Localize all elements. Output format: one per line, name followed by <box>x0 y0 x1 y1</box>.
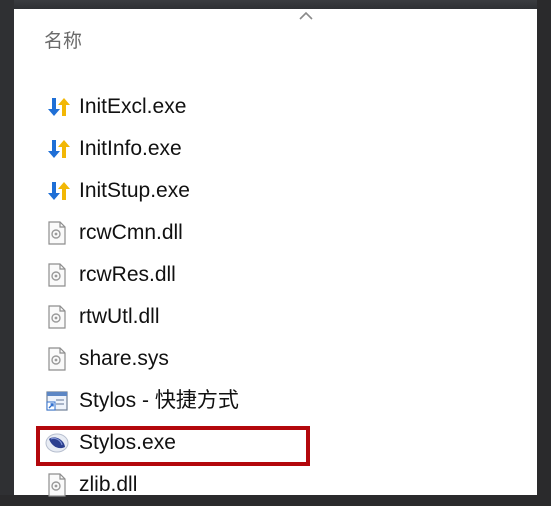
window-left-border <box>0 0 14 505</box>
dll-file-icon <box>44 262 70 288</box>
file-name: Stylos - 快捷方式 <box>79 389 239 412</box>
window-top-border <box>0 0 551 9</box>
file-row-initstup[interactable]: InitStup.exe <box>44 170 524 212</box>
installer-arrows-icon <box>44 94 70 120</box>
file-list: InitExcl.exe InitInfo.exe InitStup.exe r… <box>36 86 524 506</box>
file-row-rcwcmn[interactable]: rcwCmn.dll <box>44 212 524 254</box>
file-row-initexcl[interactable]: InitExcl.exe <box>44 86 524 128</box>
installer-arrows-icon <box>44 136 70 162</box>
dll-file-icon <box>44 304 70 330</box>
file-name: InitInfo.exe <box>79 137 182 160</box>
dll-file-icon <box>44 220 70 246</box>
sort-ascending-chevron-icon[interactable] <box>297 9 315 21</box>
file-row-rtwutl[interactable]: rtwUtl.dll <box>44 296 524 338</box>
system-file-icon <box>44 346 70 372</box>
file-row-stylos-shortcut[interactable]: Stylos - 快捷方式 <box>44 380 524 422</box>
file-list-pane: 名称 InitExcl.exe InitInfo.exe InitStup.ex… <box>14 9 537 497</box>
file-name: zlib.dll <box>79 473 138 496</box>
file-name: rcwRes.dll <box>79 263 176 286</box>
shortcut-icon <box>44 388 70 414</box>
file-row-rcwres[interactable]: rcwRes.dll <box>44 254 524 296</box>
file-name: rtwUtl.dll <box>79 305 160 328</box>
file-row-zlib[interactable]: zlib.dll <box>44 464 524 506</box>
file-row-share-sys[interactable]: share.sys <box>44 338 524 380</box>
file-name: rcwCmn.dll <box>79 221 183 244</box>
dll-file-icon <box>44 472 70 498</box>
file-row-stylos-exe[interactable]: Stylos.exe <box>36 422 524 466</box>
file-row-initinfo[interactable]: InitInfo.exe <box>44 128 524 170</box>
stylos-app-icon <box>44 430 70 456</box>
file-name: Stylos.exe <box>79 431 176 454</box>
file-name: InitExcl.exe <box>79 95 187 118</box>
window-right-border <box>537 0 551 505</box>
file-name: share.sys <box>79 347 169 370</box>
file-name: InitStup.exe <box>79 179 190 202</box>
installer-arrows-icon <box>44 178 70 204</box>
column-header-name[interactable]: 名称 <box>44 29 82 53</box>
